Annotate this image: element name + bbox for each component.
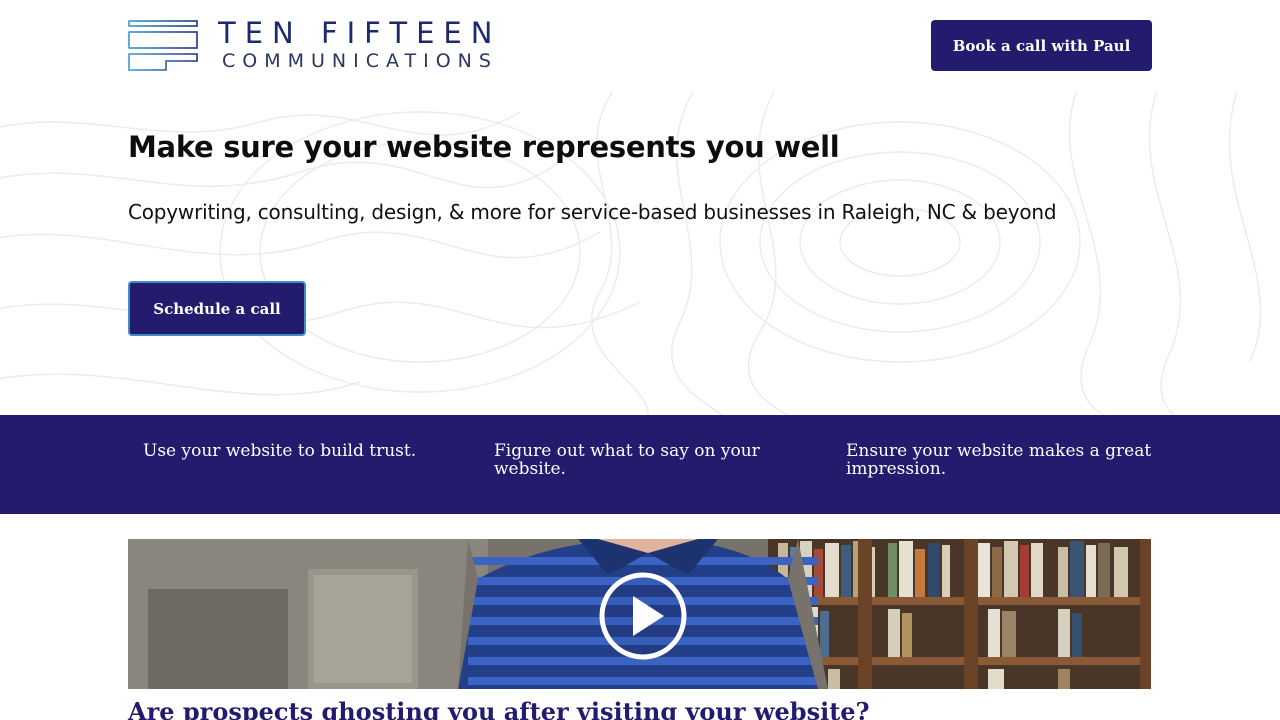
section-heading: Are prospects ghosting you after visitin…: [128, 697, 870, 720]
logo-wordmark-bottom: COMMUNICATIONS: [222, 50, 498, 72]
schedule-call-button[interactable]: Schedule a call: [128, 281, 306, 336]
play-icon[interactable]: [598, 571, 688, 661]
site-logo[interactable]: TEN FIFTEEN COMMUNICATIONS: [128, 16, 548, 74]
value-item-what-to-say: Figure out what to say on your website.: [494, 441, 760, 479]
site-header: TEN FIFTEEN COMMUNICATIONS Book a call w…: [0, 0, 1280, 92]
hero-section: Make sure your website represents you we…: [0, 92, 1280, 415]
value-item-trust: Use your website to build trust.: [143, 441, 417, 461]
video-player[interactable]: [128, 539, 1151, 689]
book-call-button[interactable]: Book a call with Paul: [931, 20, 1152, 71]
value-band: Use your website to build trust. Figure …: [0, 415, 1280, 514]
logo-wordmark-top: TEN FIFTEEN: [218, 16, 502, 50]
logo-mark-icon: [128, 20, 198, 71]
hero-subtitle: Copywriting, consulting, design, & more …: [128, 200, 1057, 224]
value-item-impression: Ensure your website makes a great impres…: [846, 441, 1152, 479]
hero-title: Make sure your website represents you we…: [128, 130, 840, 164]
